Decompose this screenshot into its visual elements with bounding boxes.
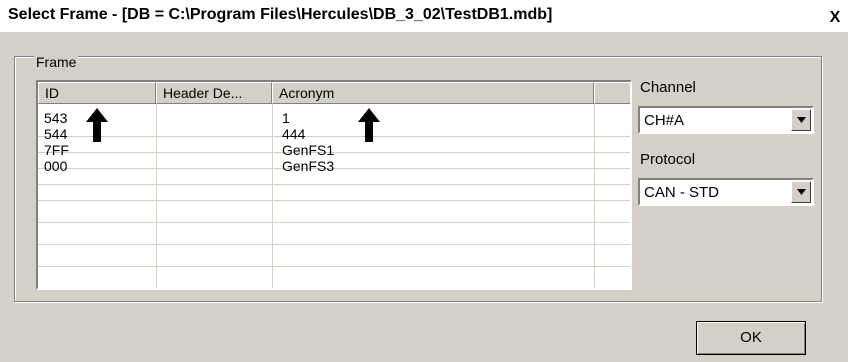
window-title: Select Frame - [DB = C:\Program Files\He… xyxy=(8,6,553,23)
row-divider xyxy=(38,266,630,267)
up-arrow-icon xyxy=(358,108,380,142)
table-cell-acronym[interactable]: GenFS3 xyxy=(282,158,334,174)
ok-button[interactable]: OK xyxy=(696,321,806,355)
protocol-dropdown-button[interactable] xyxy=(791,181,811,203)
table-cell-acronym[interactable]: 1 xyxy=(282,110,290,126)
up-arrow-icon xyxy=(86,108,108,142)
chevron-down-icon xyxy=(797,189,806,195)
row-divider xyxy=(38,184,630,185)
row-divider xyxy=(38,136,630,137)
table-cell-id[interactable]: 543 xyxy=(44,110,67,126)
column-divider xyxy=(272,104,273,288)
protocol-select[interactable]: CAN - STD xyxy=(638,178,814,206)
table-cell-id[interactable]: 7FF xyxy=(44,142,69,158)
channel-value: CH#A xyxy=(644,112,685,129)
column-header-header-desc[interactable]: Header De... xyxy=(156,82,272,104)
close-button[interactable]: X xyxy=(826,9,844,27)
table-cell-acronym[interactable]: 444 xyxy=(282,126,305,142)
column-header-filler xyxy=(594,82,630,104)
title-bar: Select Frame - [DB = C:\Program Files\He… xyxy=(0,0,848,32)
row-divider xyxy=(38,222,630,223)
channel-select[interactable]: CH#A xyxy=(638,106,814,134)
table-cell-id[interactable]: 000 xyxy=(44,158,67,174)
row-divider xyxy=(38,152,630,153)
table-cell-id[interactable]: 544 xyxy=(44,126,67,142)
frame-group-label: Frame xyxy=(34,54,79,70)
channel-label: Channel xyxy=(640,79,696,96)
protocol-label: Protocol xyxy=(640,151,696,168)
chevron-down-icon xyxy=(797,117,806,123)
protocol-value: CAN - STD xyxy=(644,184,719,201)
column-divider xyxy=(594,104,595,288)
row-divider xyxy=(38,168,630,169)
column-header-id[interactable]: ID xyxy=(38,82,156,104)
frame-list[interactable]: ID Header De... Acronym 543 1 544 444 7F… xyxy=(36,80,632,290)
table-cell-acronym[interactable]: GenFS1 xyxy=(282,142,334,158)
row-divider xyxy=(38,200,630,201)
column-divider xyxy=(156,104,157,288)
row-divider xyxy=(38,244,630,245)
channel-dropdown-button[interactable] xyxy=(791,109,811,131)
column-header-acronym[interactable]: Acronym xyxy=(272,82,594,104)
